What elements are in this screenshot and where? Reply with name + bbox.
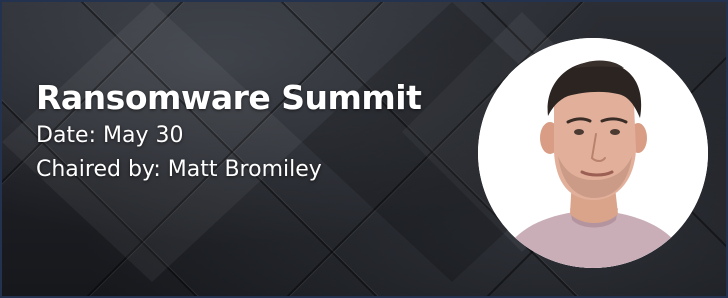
event-title: Ransomware Summit xyxy=(36,78,422,117)
event-chair: Chaired by: Matt Bromiley xyxy=(36,157,322,182)
event-banner: Ransomware Summit Date: May 30 Chaired b… xyxy=(0,0,728,298)
speaker-portrait-icon xyxy=(478,38,708,268)
event-date: Date: May 30 xyxy=(36,123,184,148)
event-info: Ransomware Summit Date: May 30 Chaired b… xyxy=(36,78,422,186)
speaker-photo xyxy=(478,38,708,268)
